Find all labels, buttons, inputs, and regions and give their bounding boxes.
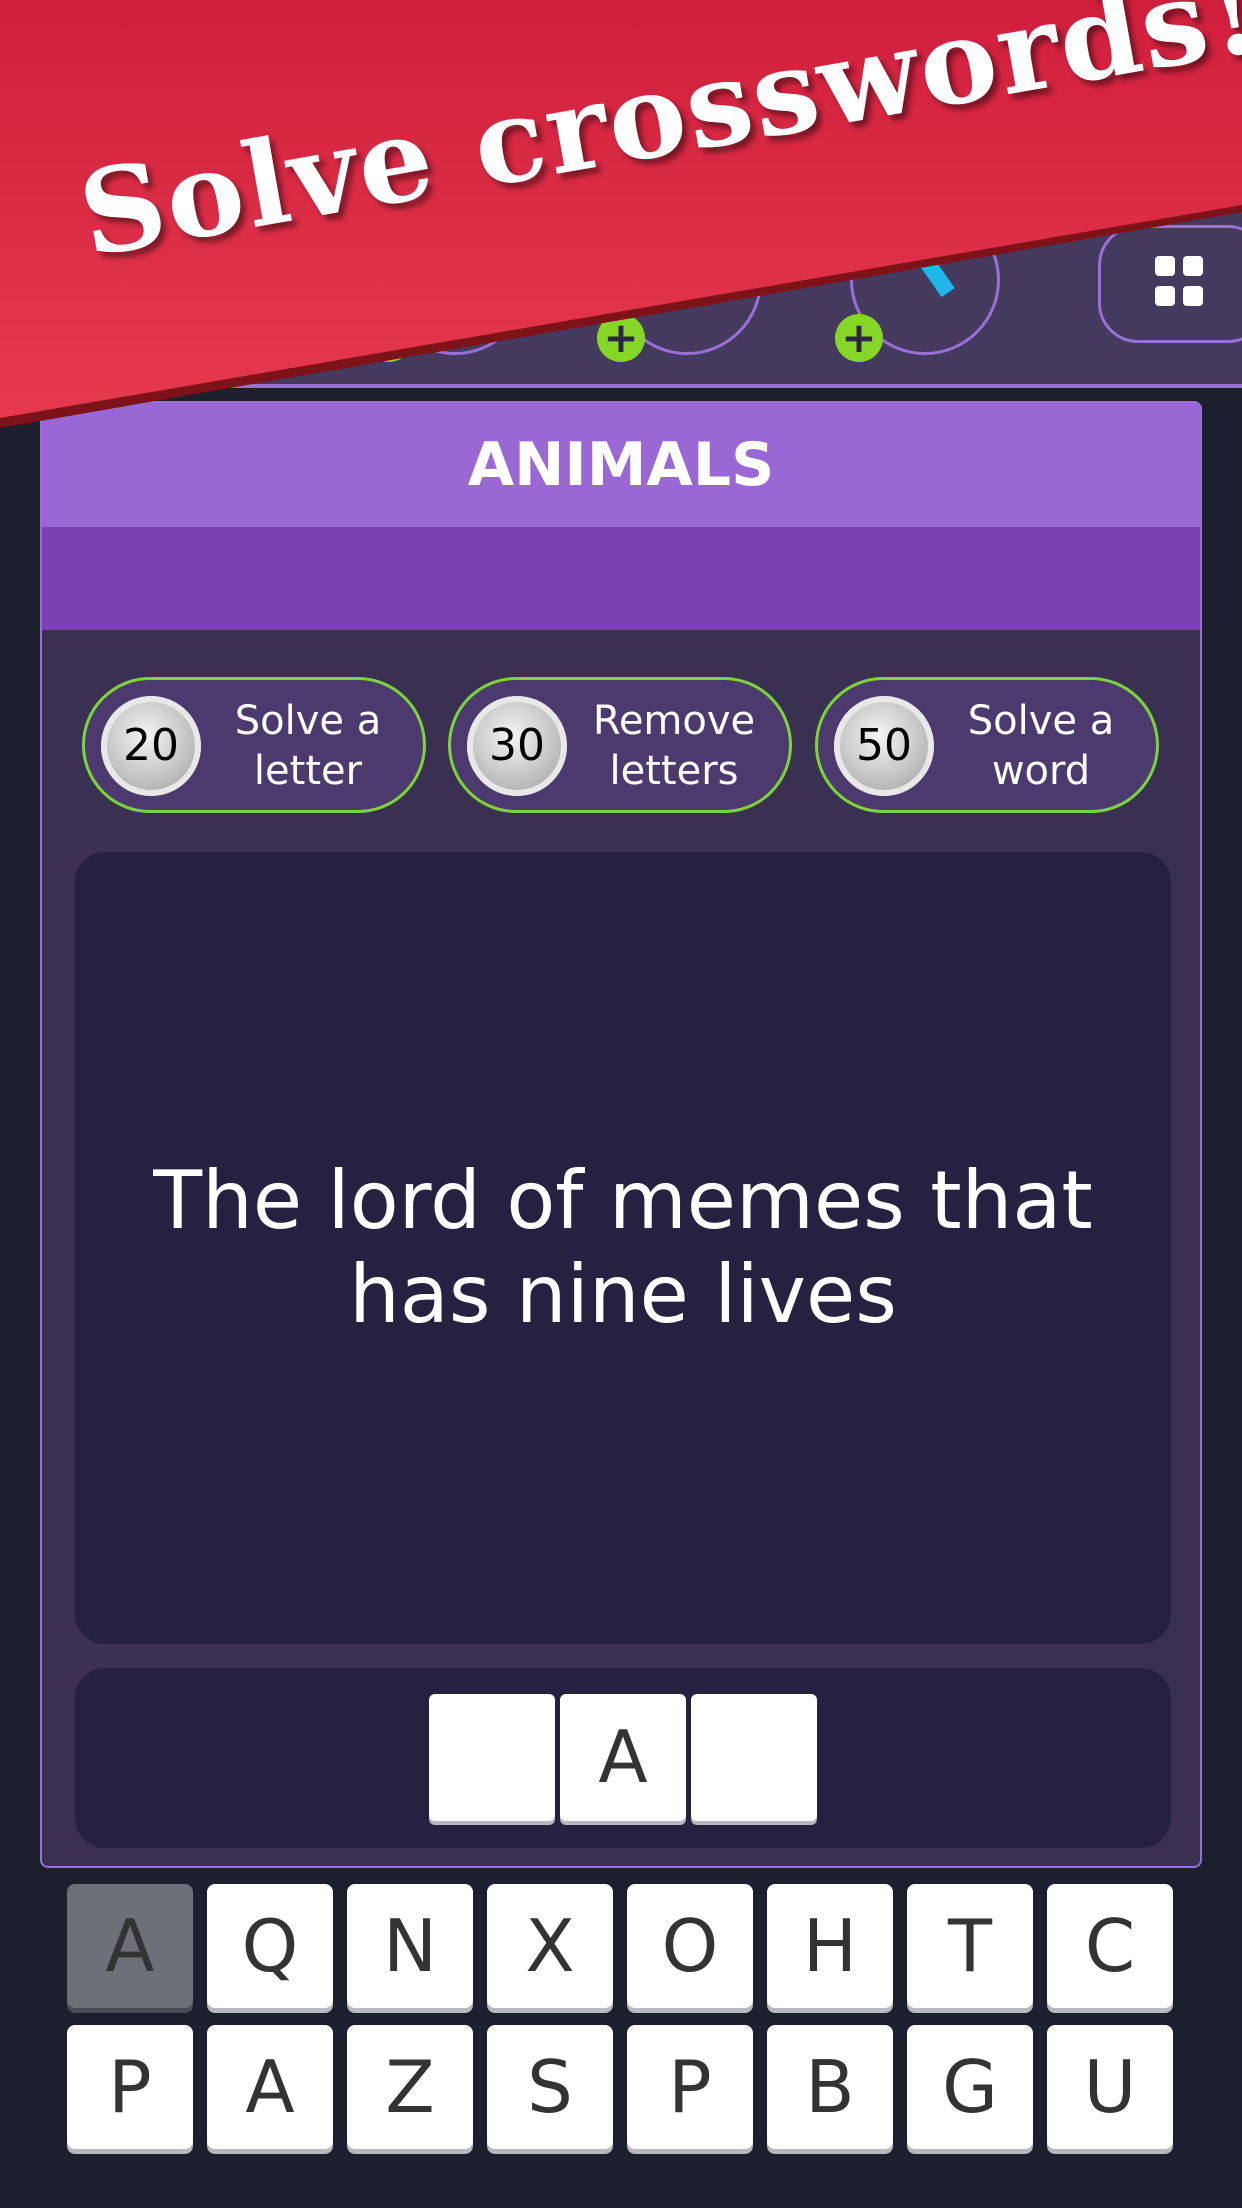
menu-button[interactable] xyxy=(1098,225,1242,343)
coin-icon: 20 xyxy=(101,696,201,796)
clue-box: The lord of memes that has nine lives xyxy=(75,852,1171,1644)
clue-text: The lord of memes that has nine lives xyxy=(153,1154,1093,1341)
answer-tile[interactable] xyxy=(429,1694,555,1821)
letter-key[interactable]: O xyxy=(627,1884,753,2008)
letter-key[interactable]: T xyxy=(907,1884,1033,2008)
letter-key[interactable]: G xyxy=(907,2025,1033,2149)
puzzle-panel: ANIMALS 20 Solve a letter 30 Remove lett… xyxy=(40,401,1202,1868)
letter-key[interactable]: A xyxy=(207,2025,333,2149)
letter-key[interactable]: B xyxy=(767,2025,893,2149)
coin-icon: 30 xyxy=(467,696,567,796)
coin-icon: 50 xyxy=(834,696,934,796)
hint-label: Solve a word xyxy=(967,698,1115,794)
category-stripe xyxy=(42,527,1200,630)
remove-letters-button[interactable]: 30 Remove letters xyxy=(448,677,792,813)
letter-key[interactable]: X xyxy=(487,1884,613,2008)
letter-key[interactable]: P xyxy=(627,2025,753,2149)
letter-key[interactable]: C xyxy=(1047,1884,1173,2008)
letter-key[interactable]: Q xyxy=(207,1884,333,2008)
answer-tile[interactable] xyxy=(691,1694,817,1821)
answer-tile[interactable]: A xyxy=(560,1694,686,1821)
hint-label: Solve a letter xyxy=(234,698,382,794)
add-icon[interactable]: + xyxy=(835,314,883,362)
solve-word-button[interactable]: 50 Solve a word xyxy=(815,677,1159,813)
solve-letter-button[interactable]: 20 Solve a letter xyxy=(82,677,426,813)
letter-key[interactable]: S xyxy=(487,2025,613,2149)
letter-key[interactable]: A xyxy=(67,1884,193,2008)
answer-box: A xyxy=(75,1668,1171,1848)
letter-key[interactable]: N xyxy=(347,1884,473,2008)
hint-label: Remove letters xyxy=(592,698,756,794)
category-title: ANIMALS xyxy=(42,403,1200,527)
letter-key[interactable]: Z xyxy=(347,2025,473,2149)
letter-key[interactable]: P xyxy=(67,2025,193,2149)
letter-key[interactable]: U xyxy=(1047,2025,1173,2149)
letter-key[interactable]: H xyxy=(767,1884,893,2008)
